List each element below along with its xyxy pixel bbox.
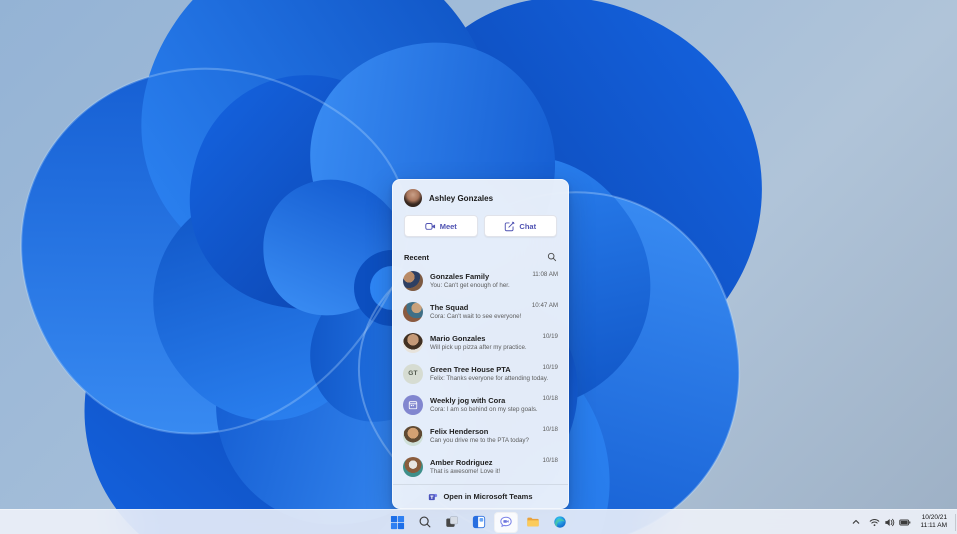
recent-header: Recent [393,246,568,265]
conversation-time: 10/19 [542,333,558,340]
conversation-time: 10:47 AM [531,302,558,309]
avatar [403,425,423,446]
windows-start-icon [390,515,405,529]
avatar [403,456,423,477]
hidden-icons-button[interactable] [848,512,864,533]
conversation-weekly-jog-with-cora[interactable]: Weekly jog with Cora Cora: I am so behin… [393,389,568,420]
avatar [403,332,423,353]
conversation-the-squad[interactable]: The Squad Cora: Can't wait to see everyo… [393,296,568,327]
conversation-name: Green Tree House PTA [430,365,511,374]
search-icon[interactable] [547,252,557,262]
conversation-gonzales-family[interactable]: Gonzales Family You: Can't get enough of… [393,265,568,296]
chat-button-label: Chat [519,221,537,231]
task-view-icon [445,516,458,527]
conversation-green-tree-house-pta[interactable]: GT Green Tree House PTA Felix: Thanks ev… [393,358,568,389]
conversation-preview: Can you drive me to the PTA today? [430,436,529,444]
conversation-time: 11:08 AM [532,271,558,278]
meet-button[interactable]: Meet [404,215,478,237]
chat-bubble-icon [499,516,512,528]
widgets-button[interactable] [467,512,491,533]
flyout-header: Ashley Gonzales [393,180,568,212]
system-tray: 10/20/21 11:11 AM [848,510,952,534]
conversation-preview: Cora: Can't wait to see everyone! [430,312,522,320]
volume-icon [884,518,894,526]
file-explorer-icon [526,517,539,527]
conversation-preview: Cora: I am so behind on my step goals. [430,405,538,413]
network-flyout-button[interactable] [866,512,914,533]
avatar-initials-text: GT [408,370,418,377]
compose-icon [505,221,515,231]
conversation-amber-rodriguez[interactable]: Amber Rodriguez That is awesome! Love it… [393,451,568,482]
search-button[interactable] [413,512,437,533]
chat-flyout: Ashley Gonzales Meet Chat Recent Gonzale… [392,179,569,509]
conversation-preview: You: Can't get enough of her. [430,281,510,289]
taskbar-center-icons [386,510,572,534]
file-explorer-button[interactable] [521,512,545,533]
conversation-list: Gonzales Family You: Can't get enough of… [393,265,568,482]
avatar [403,270,423,291]
calendar-icon [408,400,418,409]
widgets-icon [472,515,485,529]
recent-title: Recent [404,252,430,262]
action-buttons: Meet Chat [393,212,568,246]
avatar-initials: GT [403,363,423,384]
taskbar: 10/20/21 11:11 AM [0,509,957,534]
chat-button[interactable]: Chat [483,215,557,237]
user-avatar[interactable] [404,189,422,207]
task-view-button[interactable] [440,512,464,533]
taskbar-clock[interactable]: 10/20/21 11:11 AM [916,514,952,530]
conversation-preview: Will pick up pizza after my practice. [430,343,527,351]
taskbar-date: 10/20/21 [921,514,947,521]
conversation-name: The Squad [430,303,469,312]
chevron-up-icon [852,519,859,524]
open-in-teams-label: Open in Microsoft Teams [443,492,533,501]
desktop: Ashley Gonzales Meet Chat Recent Gonzale… [0,0,957,534]
conversation-name: Amber Rodriguez [430,458,493,467]
edge-button[interactable] [548,512,572,533]
battery-icon [898,519,910,525]
conversation-name: Felix Henderson [430,427,489,436]
conversation-time: 10/18 [542,426,558,433]
conversation-felix-henderson[interactable]: Felix Henderson Can you drive me to the … [393,420,568,451]
wifi-icon [869,518,879,526]
edge-icon [553,516,566,528]
teams-icon [429,493,438,500]
conversation-preview: Felix: Thanks everyone for attending tod… [430,374,549,382]
avatar [403,301,423,322]
chat-taskbar-button[interactable] [493,511,518,533]
search-icon [419,516,430,528]
conversation-name: Gonzales Family [430,272,490,281]
conversation-name: Weekly jog with Cora [430,396,506,405]
avatar-calendar [403,394,423,415]
open-in-teams-button[interactable]: Open in Microsoft Teams [393,484,568,508]
conversation-time: 10/19 [542,364,558,371]
start-button[interactable] [386,512,410,533]
conversation-time: 10/18 [542,457,558,464]
conversation-mario-gonzales[interactable]: Mario Gonzales Will pick up pizza after … [393,327,568,358]
conversation-time: 10/18 [542,395,558,402]
conversation-preview: That is awesome! Love it! [430,467,501,475]
video-camera-icon [425,222,435,230]
user-name: Ashley Gonzales [429,193,494,203]
conversation-name: Mario Gonzales [430,334,486,343]
meet-button-label: Meet [439,221,457,231]
taskbar-time: 11:11 AM [920,522,948,529]
